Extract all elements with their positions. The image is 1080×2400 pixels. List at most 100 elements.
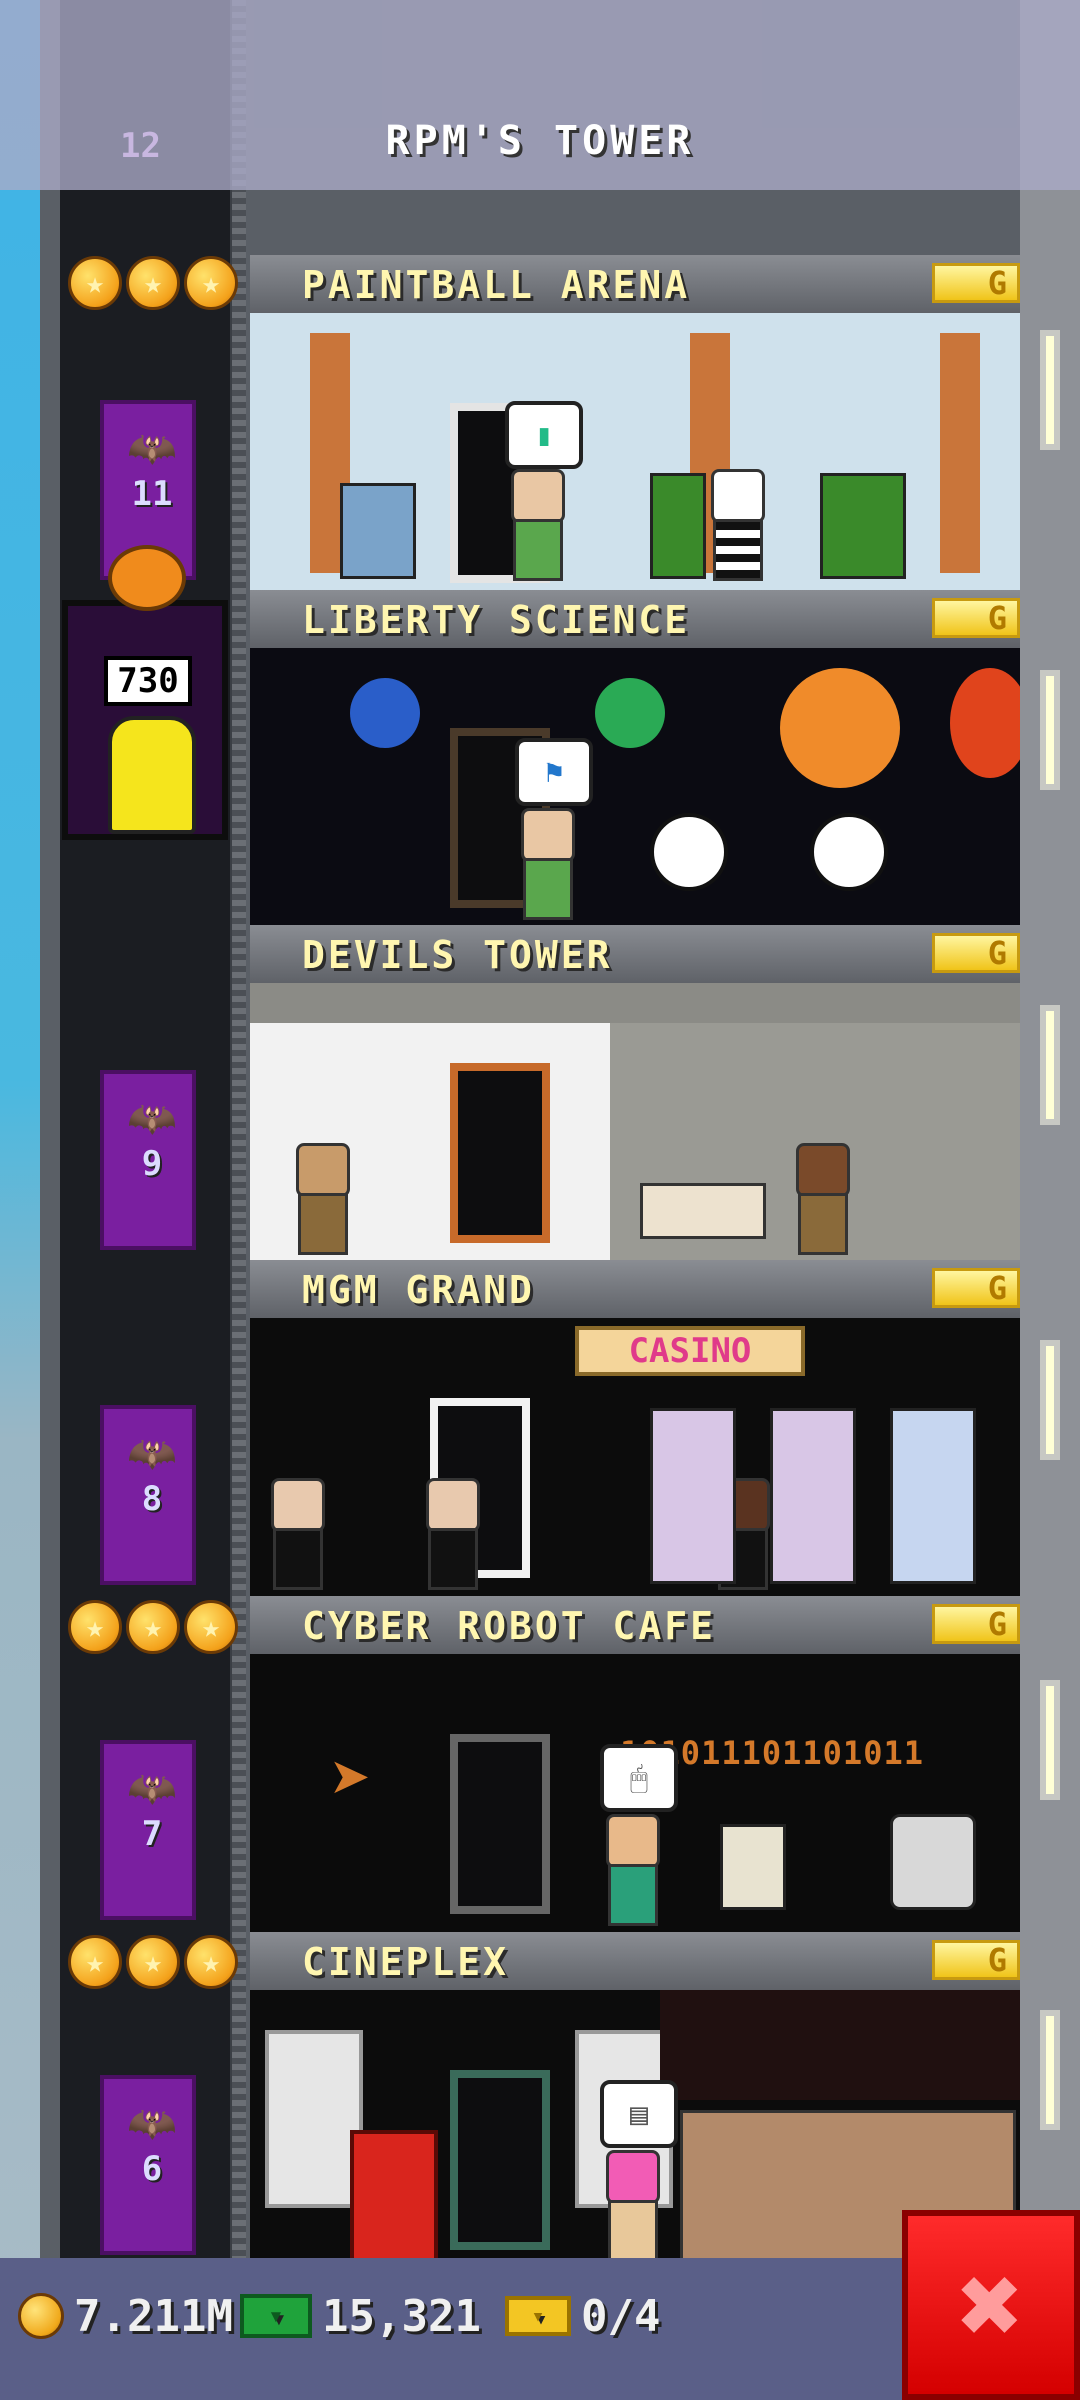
star-icon: ★: [184, 1935, 238, 1989]
floor-cyber-robot-cafe[interactable]: CYBER ROBOT CAFE G ➤ 101011101101011 🖱: [250, 1596, 1020, 1932]
star-icon: ★: [68, 1600, 122, 1654]
floor-door: [450, 2070, 550, 2250]
tower-header: 12 RPM'S TOWER: [0, 0, 1080, 190]
floor-g-badge[interactable]: G: [932, 933, 1020, 973]
tower-window: [1040, 2010, 1060, 2130]
bitizen[interactable]: [515, 808, 575, 920]
star-icon: ★: [68, 256, 122, 310]
close-icon: ✖: [957, 2241, 1025, 2369]
tower-window: [1040, 670, 1060, 790]
bat-icon: 🦇: [127, 1096, 177, 1142]
tower-window: [1040, 330, 1060, 450]
floor-paintball-arena[interactable]: PAINTBALL ARENA G ▮: [250, 255, 1020, 591]
floor-number: 9: [141, 1144, 163, 1184]
floor-stars: ★ ★ ★: [68, 1600, 238, 1656]
astronaut-helmet: [650, 813, 728, 891]
star-icon: ★: [126, 1600, 180, 1654]
arcade-machine: [350, 2130, 438, 2258]
floor-number: 8: [141, 1479, 163, 1519]
floor-mgm-grand[interactable]: MGM GRAND G CASINO: [250, 1260, 1020, 1596]
floor-stars: ★ ★ ★: [68, 256, 238, 312]
tickets-stat[interactable]: ▾ 0/4: [505, 2286, 660, 2346]
star-icon: ★: [184, 1600, 238, 1654]
bitizen[interactable]: [600, 1814, 660, 1926]
floor-g-badge[interactable]: G: [932, 263, 1020, 303]
astronaut-helmet: [810, 813, 888, 891]
elevator-floor-8[interactable]: 🦇 8: [100, 1405, 196, 1585]
floor-g-badge[interactable]: G: [932, 1268, 1020, 1308]
tower-window: [1040, 1340, 1060, 1460]
floor-g-badge[interactable]: G: [932, 1604, 1020, 1644]
bitizen[interactable]: [505, 469, 565, 581]
coins-value: 7.211M: [74, 2290, 233, 2342]
bunker: [340, 483, 416, 579]
floor-number: 7: [141, 1814, 163, 1854]
floor-devils-tower[interactable]: DEVILS TOWER G: [250, 925, 1020, 1261]
slot-machine: [650, 1408, 736, 1584]
mouse-icon: 🖱: [600, 1744, 678, 1812]
saturn-icon: [780, 668, 900, 788]
bux-icon: ▾: [240, 2294, 312, 2338]
elevator-rail: [232, 0, 246, 2260]
tower-window: [1040, 1680, 1060, 1800]
cursor-icon: ➤: [330, 1738, 373, 1820]
slot-machine: [770, 1408, 856, 1584]
coins-stat: 7.211M: [18, 2286, 233, 2346]
goat-icon: [640, 1183, 766, 1239]
passenger-in-costume: [108, 716, 196, 834]
bitizen[interactable]: [420, 1478, 480, 1590]
planet-icon: [595, 678, 665, 748]
mime-bitizen[interactable]: [705, 469, 765, 581]
flag-icon: ⚑: [515, 738, 593, 806]
tower-title: RPM'S TOWER: [385, 118, 695, 164]
floor-name: MGM GRAND: [302, 1268, 535, 1312]
showtime-board: [660, 1990, 1020, 2100]
pillar: [940, 333, 980, 573]
floor-g-badge[interactable]: G: [932, 1940, 1020, 1980]
elevator-car[interactable]: 730: [62, 600, 228, 840]
paint-icon: ▮: [505, 401, 583, 469]
floor-room[interactable]: CASINO: [250, 1318, 1020, 1596]
bux-stat[interactable]: ▾ 15,321: [240, 2286, 481, 2346]
star-icon: ★: [184, 256, 238, 310]
floor-g-badge[interactable]: G: [932, 598, 1020, 638]
floor-header: CINEPLEX G: [250, 1932, 1020, 1994]
bat-icon: 🦇: [127, 426, 177, 472]
floor-name: CYBER ROBOT CAFE: [302, 1604, 717, 1648]
bat-icon: 🦇: [127, 2101, 177, 2147]
explorer-bitizen[interactable]: [790, 1143, 850, 1255]
floor-header: CYBER ROBOT CAFE G: [250, 1596, 1020, 1658]
close-button[interactable]: ✖: [902, 2210, 1080, 2400]
elevator-badge: 730: [104, 656, 192, 706]
floor-room[interactable]: ➤ 101011101101011 🖱: [250, 1654, 1020, 1932]
floor-header: DEVILS TOWER G: [250, 925, 1020, 987]
bat-icon: 🦇: [127, 1431, 177, 1477]
planet-icon: [350, 678, 420, 748]
tower-window: [1040, 1005, 1060, 1125]
bitizen[interactable]: [265, 1478, 325, 1590]
floor-header: PAINTBALL ARENA G: [250, 255, 1020, 317]
bitizen[interactable]: [600, 2150, 660, 2258]
computer-terminal: [720, 1824, 786, 1910]
star-icon: ★: [126, 256, 180, 310]
sky-background: [0, 0, 40, 2400]
movie-poster: [265, 2030, 363, 2208]
elevator-floor-6[interactable]: 🦇 6: [100, 2075, 196, 2255]
floor-name: CINEPLEX: [302, 1940, 510, 1984]
floor-room[interactable]: [250, 983, 1020, 1261]
explorer-bitizen[interactable]: [290, 1143, 350, 1255]
bat-icon: 🦇: [127, 1766, 177, 1812]
coin-icon: [18, 2293, 64, 2339]
floor-name: PAINTBALL ARENA: [302, 263, 691, 307]
elevator-floor-9[interactable]: 🦇 9: [100, 1070, 196, 1250]
pumpkin-icon: [108, 545, 186, 611]
floor-header: MGM GRAND G: [250, 1260, 1020, 1322]
floor-stars: ★ ★ ★: [68, 1935, 238, 1991]
elevator-floor-7[interactable]: 🦇 7: [100, 1740, 196, 1920]
floor-liberty-science[interactable]: LIBERTY SCIENCE G ⚑: [250, 590, 1020, 926]
floor-room[interactable]: ⚑: [250, 648, 1020, 926]
tickets-value: 0/4: [581, 2290, 661, 2342]
floor-room[interactable]: ▮: [250, 313, 1020, 591]
bunker: [650, 473, 706, 579]
floor-number: 6: [141, 2149, 163, 2189]
